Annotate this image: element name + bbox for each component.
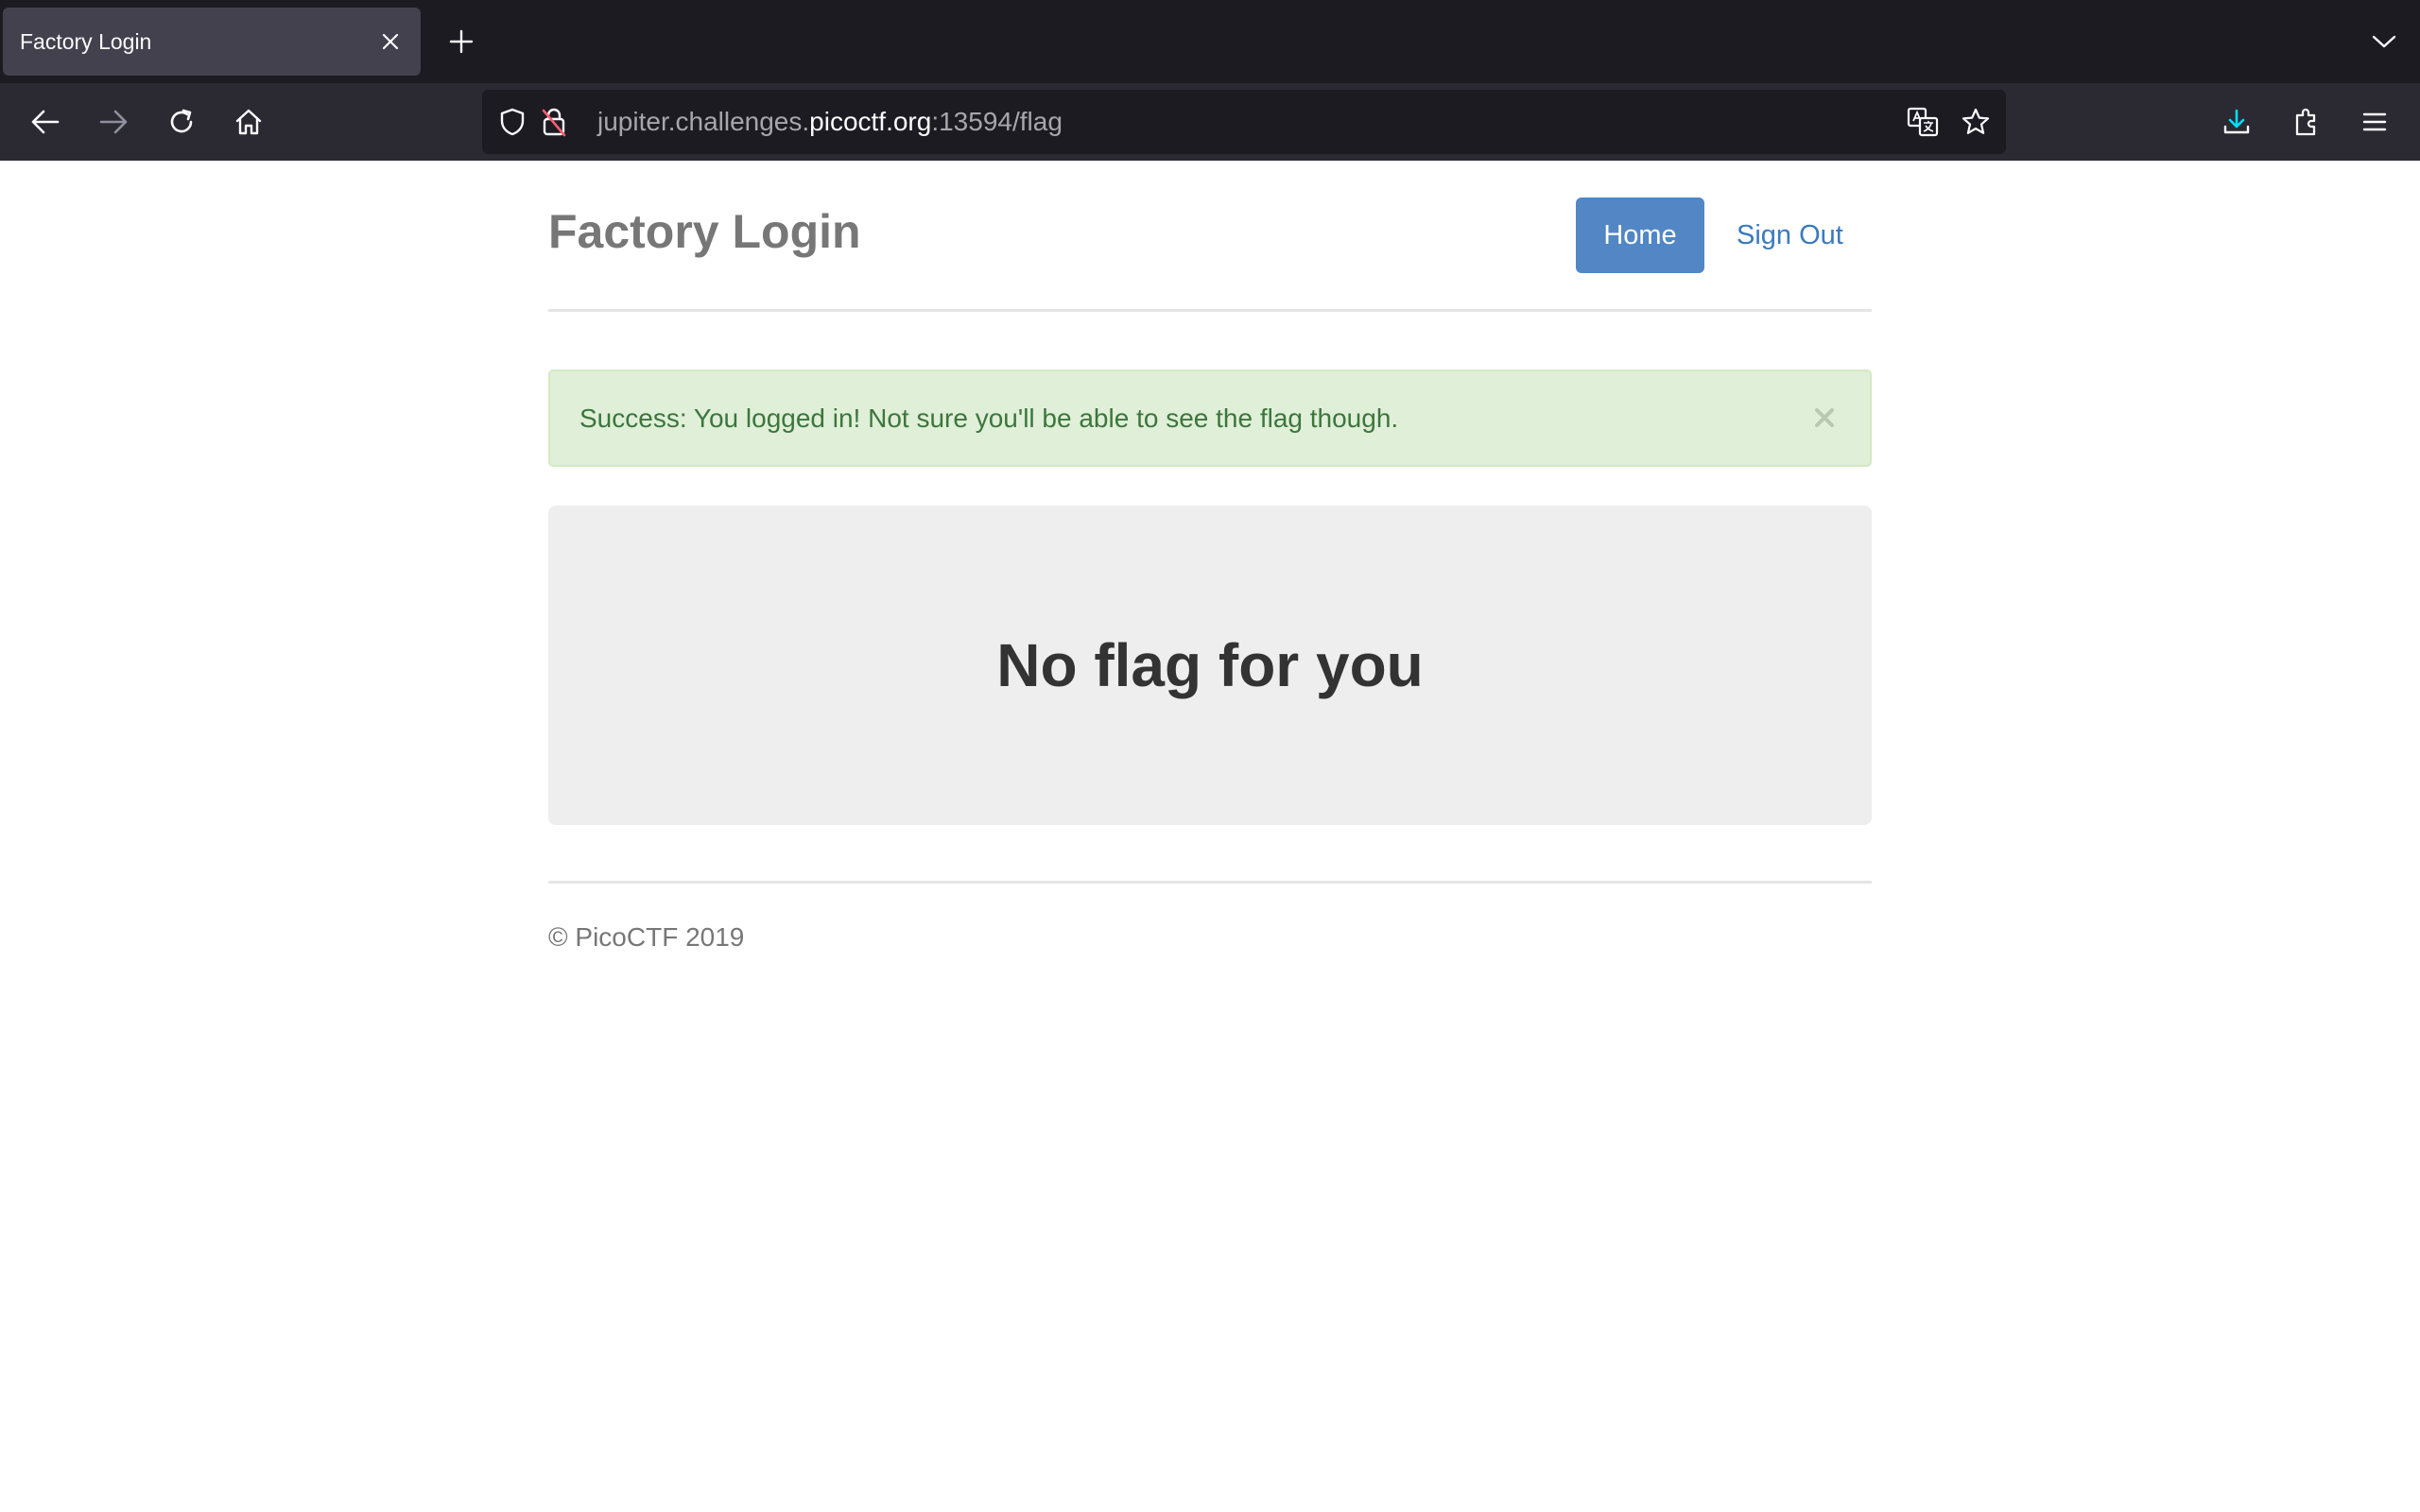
success-alert: Success: You logged in! Not sure you'll … [548,369,1872,467]
footer-divider [548,881,1872,884]
url-bar[interactable]: jupiter.challenges.picoctf.org:13594/fla… [482,90,2006,154]
home-button[interactable]: Home [1576,198,1704,273]
reload-icon[interactable] [163,103,200,141]
downloads-icon[interactable] [2218,103,2256,141]
alert-message: Success: You logged in! Not sure you'll … [579,404,1399,433]
url-text[interactable]: jupiter.challenges.picoctf.org:13594/fla… [597,90,1063,154]
jumbotron: No flag for you [548,506,1872,825]
browser-tab-active[interactable]: Factory Login [3,8,421,76]
new-tab-icon[interactable] [444,25,478,59]
url-host: picoctf.org [809,107,932,136]
footer-copyright: © PicoCTF 2019 [548,922,745,952]
bookmark-star-icon[interactable] [1957,103,1995,141]
browser-toolbar: jupiter.challenges.picoctf.org:13594/fla… [0,83,2420,161]
shield-icon[interactable] [493,103,531,141]
chevron-down-icon[interactable] [2367,25,2401,59]
insecure-lock-icon[interactable] [535,103,573,141]
browser-tab-strip: Factory Login [0,0,2420,83]
forward-arrow-icon[interactable] [95,103,132,141]
close-tab-icon[interactable] [373,25,407,59]
home-icon[interactable] [230,103,268,141]
translate-icon[interactable] [1904,103,1942,141]
sign-out-link[interactable]: Sign Out [1737,198,1843,273]
extensions-puzzle-icon[interactable] [2288,103,2325,141]
site-header: Factory Login Home Sign Out [548,161,1872,312]
back-arrow-icon[interactable] [26,103,64,141]
jumbotron-title: No flag for you [996,631,1424,699]
url-prefix: jupiter.challenges. [597,107,810,136]
page-title: Factory Login [548,205,861,258]
tab-title: Factory Login [20,29,152,54]
url-suffix: :13594/flag [931,107,1063,136]
web-page: Factory Login Home Sign Out Success: You… [0,161,2420,1512]
close-icon[interactable] [1807,401,1841,435]
menu-hamburger-icon[interactable] [2356,103,2394,141]
